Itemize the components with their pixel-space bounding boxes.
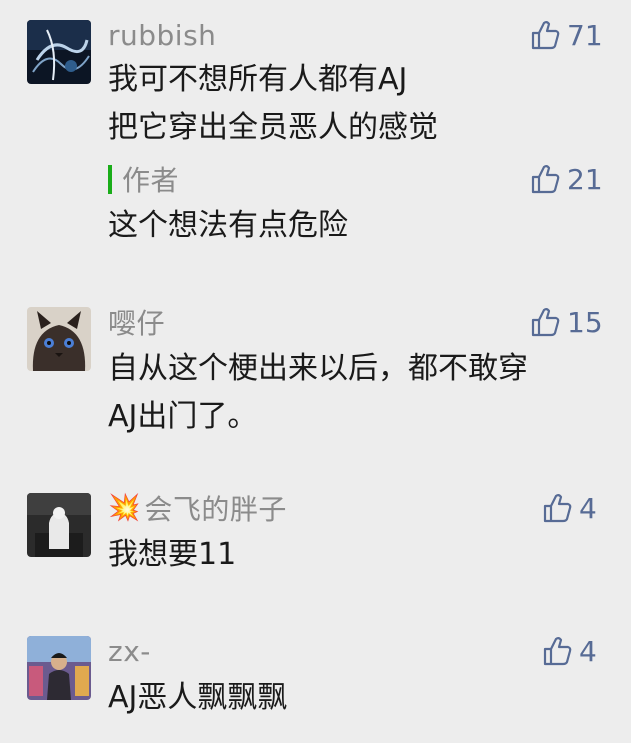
author-name[interactable]: 嘤仔 (108, 302, 165, 342)
thumbs-up-icon (531, 308, 560, 337)
avatar[interactable] (27, 636, 91, 700)
reply-like-button[interactable]: 21 (528, 161, 603, 197)
comment-line: 自从这个梗出来以后，都不敢穿 (108, 351, 528, 386)
author-name[interactable]: rubbish (108, 19, 216, 52)
thumbs-up-icon (543, 494, 572, 523)
like-count: 21 (567, 162, 603, 196)
comment-text: AJ恶人飘飘飘 (108, 674, 598, 722)
like-button[interactable]: 4 (540, 633, 597, 669)
like-button[interactable]: 4 (540, 490, 597, 526)
reply-header: 作者 (108, 161, 179, 197)
comment-text: 自从这个梗出来以后，都不敢穿 AJ出门了。 (108, 345, 598, 441)
thumbs-up-icon (543, 637, 572, 666)
thumbs-up-icon (531, 21, 560, 50)
like-count: 15 (567, 305, 603, 339)
comment-line: 我可不想所有人都有AJ (108, 62, 408, 97)
like-count: 4 (579, 491, 597, 525)
reply-text: 这个想法有点危险 (108, 202, 598, 250)
like-count: 71 (567, 18, 603, 52)
comment-text: 我可不想所有人都有AJ 把它穿出全员恶人的感觉 (108, 56, 598, 152)
comment-line: 把它穿出全员恶人的感觉 (108, 110, 438, 145)
comment-text: 我想要11 (108, 531, 598, 579)
author-name[interactable]: zx- (108, 635, 151, 668)
avatar-image (27, 307, 91, 371)
thumbs-up-icon (531, 165, 560, 194)
like-button[interactable]: 15 (528, 304, 603, 340)
avatar[interactable] (27, 307, 91, 371)
comment-header: 嘤仔 (108, 304, 165, 340)
avatar-image (27, 20, 91, 84)
avatar[interactable] (27, 493, 91, 557)
reply-author-name: 作者 (122, 164, 180, 197)
avatar-image (27, 493, 91, 557)
comment-line: AJ恶人飘飘飘 (108, 680, 288, 715)
like-button[interactable]: 71 (528, 17, 603, 53)
like-count: 4 (579, 634, 597, 668)
avatar-image (27, 636, 91, 700)
reply-indicator-bar (108, 164, 112, 194)
comment-header: 💥 会飞的胖子 (108, 490, 287, 526)
comment-line: AJ出门了。 (108, 399, 258, 434)
comment-header: rubbish (108, 17, 216, 53)
comment-header: zx- (108, 633, 151, 669)
comment-line: 这个想法有点危险 (108, 208, 348, 243)
comment-line: 我想要11 (108, 537, 237, 572)
avatar[interactable] (27, 20, 91, 84)
author-name[interactable]: 会飞的胖子 (144, 488, 287, 528)
explosion-icon: 💥 (108, 493, 141, 523)
